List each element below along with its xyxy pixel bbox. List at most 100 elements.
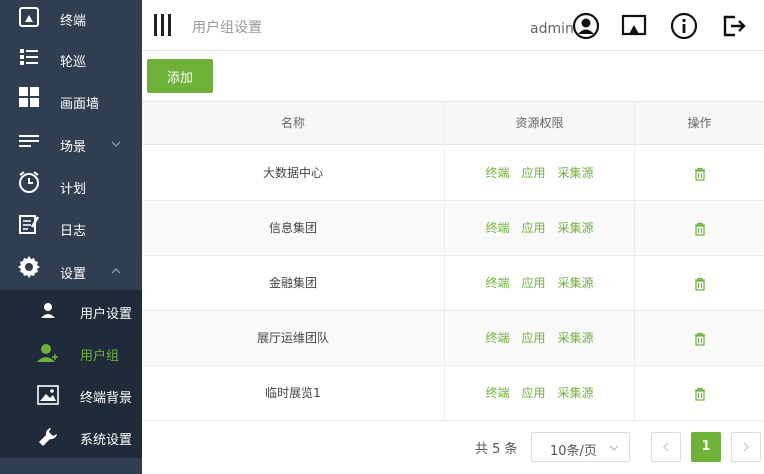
nav-item-terminal[interactable]: 终端 [0,0,142,42]
nav-item-log[interactable]: 日志 [0,206,142,248]
table-row: 大数据中心 终端 应用 采集源 [142,146,764,201]
sidebar: 终端 轮巡 画面墙 场景 计划 日志 设置 用户设置 用户组 终端背景 系统设置 [0,0,142,474]
nav-item-label: 设置 [60,267,87,282]
nav-item-video-wall[interactable]: 画面墙 [0,80,142,122]
actions-cell [634,311,764,365]
terminal-icon [17,5,41,29]
submenu-item-user-group[interactable]: 用户组 [0,332,142,374]
submenu-item-system-settings[interactable]: 系统设置 [0,416,142,458]
add-button[interactable]: 添加 [147,59,213,93]
permission-link[interactable]: 采集源 [558,221,594,235]
group-name-cell: 展厅运维团队 [256,331,329,345]
user-account-icon[interactable] [572,12,600,40]
permissions-cell: 终端 应用 采集源 [444,201,634,255]
nav-item-label: 轮巡 [60,55,87,70]
nav-item-label: 画面墙 [60,97,100,112]
permission-link[interactable]: 应用 [521,221,545,235]
page-number-button[interactable]: 1 [691,432,721,462]
chevron-down-icon [609,445,619,451]
scene-icon [17,129,41,153]
nav-item-settings[interactable]: 设置 [0,248,142,290]
permissions-cell: 终端 应用 采集源 [444,256,634,310]
permission-link[interactable]: 应用 [521,331,545,345]
user-group-icon [36,341,60,365]
nav-item-label: 计划 [60,182,87,197]
group-name-cell: 临时展览1 [265,386,321,400]
table-row: 信息集团 终端 应用 采集源 [142,201,764,256]
trash-icon[interactable] [693,222,707,236]
permission-link[interactable]: 采集源 [558,166,594,180]
permission-link[interactable]: 应用 [521,276,545,290]
page-size-value: 10条/页 [550,444,597,459]
trash-icon[interactable] [693,332,707,346]
permission-link[interactable]: 采集源 [558,331,594,345]
info-icon[interactable] [670,12,698,40]
prev-page-button[interactable] [651,432,681,462]
permission-link[interactable]: 终端 [485,386,509,400]
chevron-up-icon [111,268,121,274]
permissions-cell: 终端 应用 采集源 [444,311,634,365]
group-name-cell: 信息集团 [268,221,317,235]
column-header-permissions: 资源权限 [444,102,634,145]
table-row: 金融集团 终端 应用 采集源 [142,256,764,311]
sidebar-footer [0,458,142,474]
nav-item-label: 终端 [60,14,87,29]
permission-link[interactable]: 终端 [485,331,509,345]
actions-cell [634,146,764,200]
page-title: 用户组设置 [192,20,262,36]
table-header: 名称 资源权限 操作 [142,101,764,145]
actions-cell [634,256,764,310]
submenu-item-label: 用户设置 [80,307,133,322]
clock-icon [17,170,41,194]
trash-icon[interactable] [693,167,707,181]
nav-item-scene[interactable]: 场景 [0,122,142,164]
permissions-cell: 终端 应用 采集源 [444,146,634,200]
permission-link[interactable]: 采集源 [558,276,594,290]
submenu-item-label: 终端背景 [80,391,133,406]
chevron-right-icon [743,442,749,452]
cast-screen-icon[interactable] [620,12,648,40]
table-row: 临时展览1 终端 应用 采集源 [142,366,764,421]
pagination-total: 共 5 条 [475,442,518,457]
page-size-select[interactable]: 10条/页 [531,432,630,462]
nav-item-patrol[interactable]: 轮巡 [0,38,142,80]
username-label[interactable]: admin [530,21,574,37]
actions-cell [634,201,764,255]
permissions-cell: 终端 应用 采集源 [444,366,634,420]
permission-link[interactable]: 应用 [521,166,545,180]
nav-item-label: 场景 [60,140,87,155]
next-page-button[interactable] [731,432,761,462]
trash-icon[interactable] [693,387,707,401]
column-header-name: 名称 [280,116,305,130]
permission-link[interactable]: 终端 [485,166,509,180]
chevron-left-icon [663,442,669,452]
submenu-item-label: 用户组 [80,349,120,364]
gear-icon [17,255,41,279]
user-icon [36,299,60,323]
group-name-cell: 金融集团 [268,276,317,290]
submenu-item-label: 系统设置 [80,433,133,448]
image-icon [36,383,60,407]
permission-link[interactable]: 终端 [485,221,509,235]
permission-link[interactable]: 应用 [521,386,545,400]
submenu-item-user-settings[interactable]: 用户设置 [0,290,142,332]
log-icon [17,212,41,236]
chevron-down-icon [111,141,121,147]
permission-link[interactable]: 采集源 [558,386,594,400]
actions-cell [634,366,764,420]
settings-submenu: 用户设置 用户组 终端背景 系统设置 [0,290,142,458]
submenu-item-terminal-background[interactable]: 终端背景 [0,374,142,416]
logout-icon[interactable] [720,12,748,40]
group-name-cell: 大数据中心 [262,166,323,180]
nav-item-label: 日志 [60,224,87,239]
column-header-actions: 操作 [634,102,764,145]
trash-icon[interactable] [693,277,707,291]
top-header: 用户组设置 admin [142,0,764,51]
wrench-icon [36,425,60,449]
nav-item-plan[interactable]: 计划 [0,164,142,206]
table-row: 展厅运维团队 终端 应用 采集源 [142,311,764,366]
grid-icon [17,85,41,109]
menu-toggle-icon[interactable] [154,14,172,36]
permission-link[interactable]: 终端 [485,276,509,290]
list-icon [17,45,41,69]
